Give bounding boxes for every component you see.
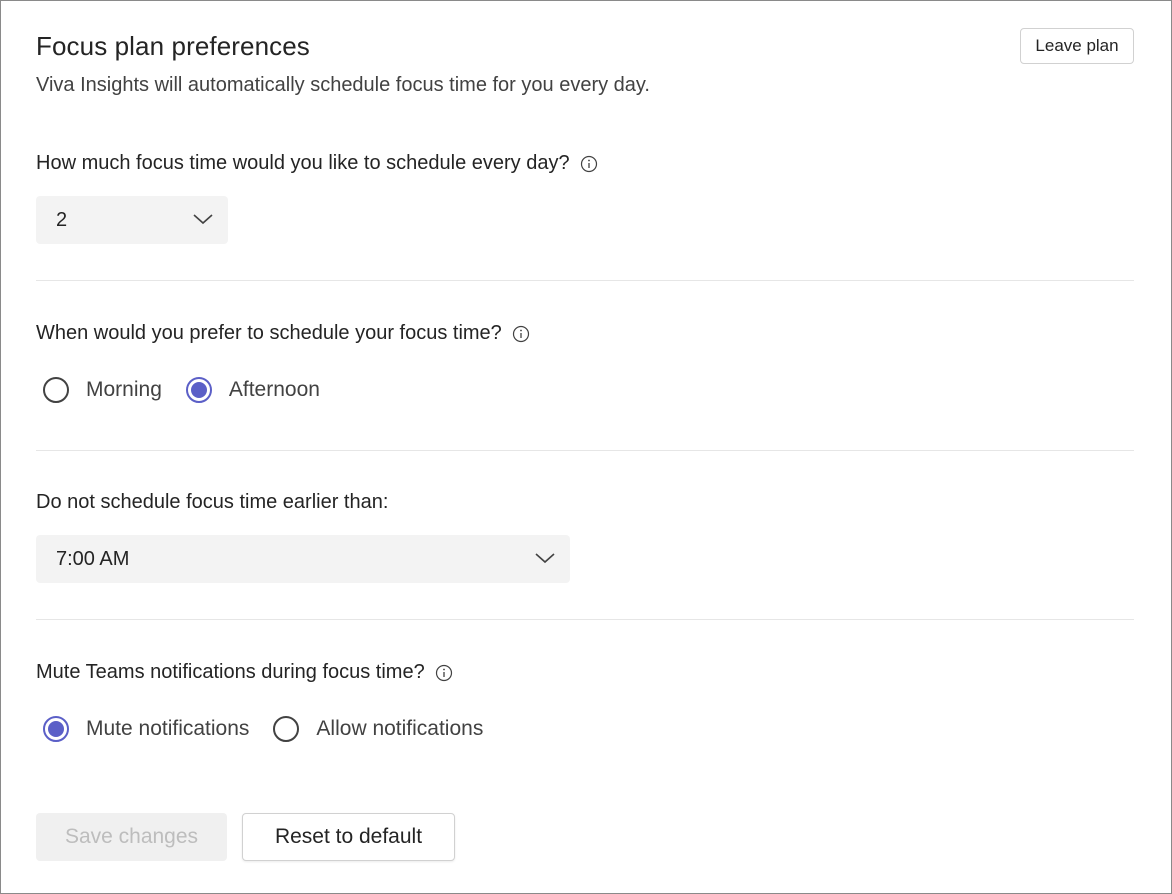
morning-radio-label: Morning <box>86 378 162 401</box>
mute-radio-group: Mute notifications Allow notifications <box>43 716 507 742</box>
hours-dropdown[interactable]: 2 <box>36 196 228 244</box>
info-icon[interactable] <box>512 325 530 343</box>
earliest-time-dropdown[interactable]: 7:00 AM <box>36 535 570 583</box>
radio-circle[interactable] <box>43 377 69 403</box>
reset-to-default-button[interactable]: Reset to default <box>242 813 455 861</box>
focus-plan-preferences-panel: Focus plan preferences Viva Insights wil… <box>0 0 1172 894</box>
section-divider <box>36 450 1134 451</box>
earliest-time-value: 7:00 AM <box>56 547 130 570</box>
mute-question-label: Mute Teams notifications during focus ti… <box>36 661 425 683</box>
radio-circle-checked[interactable] <box>185 377 212 403</box>
leave-plan-button[interactable]: Leave plan <box>1020 28 1134 64</box>
hours-question: How much focus time would you like to sc… <box>36 152 598 175</box>
page-title: Focus plan preferences <box>36 31 310 61</box>
info-icon[interactable] <box>435 664 453 682</box>
radio-circle-checked[interactable] <box>43 716 69 742</box>
section-divider <box>36 280 1134 281</box>
page-subtitle: Viva Insights will automatically schedul… <box>36 74 650 96</box>
chevron-down-icon <box>534 548 556 571</box>
radio-dot <box>190 382 207 398</box>
mute-notifications-label: Mute notifications <box>86 717 250 740</box>
allow-notifications-radio[interactable]: Allow notifications <box>273 716 483 742</box>
section-divider <box>36 619 1134 620</box>
hours-question-label: How much focus time would you like to sc… <box>36 152 570 174</box>
time-question: When would you prefer to schedule your f… <box>36 322 530 345</box>
morning-radio[interactable]: Morning <box>43 377 162 403</box>
mute-question: Mute Teams notifications during focus ti… <box>36 661 453 684</box>
info-icon[interactable] <box>580 155 598 173</box>
radio-circle[interactable] <box>273 716 300 742</box>
allow-notifications-label: Allow notifications <box>316 717 484 740</box>
earliest-question: Do not schedule focus time earlier than: <box>36 491 388 514</box>
hours-dropdown-value: 2 <box>56 208 68 231</box>
afternoon-radio[interactable]: Afternoon <box>185 377 320 403</box>
mute-notifications-radio[interactable]: Mute notifications <box>43 716 249 742</box>
save-changes-button[interactable]: Save changes <box>36 813 227 861</box>
time-radio-group: Morning Afternoon <box>43 377 344 403</box>
chevron-down-icon <box>192 209 214 232</box>
radio-dot <box>48 721 64 737</box>
afternoon-radio-label: Afternoon <box>228 378 320 401</box>
time-question-label: When would you prefer to schedule your f… <box>36 322 502 344</box>
earliest-question-label: Do not schedule focus time earlier than: <box>36 491 389 513</box>
